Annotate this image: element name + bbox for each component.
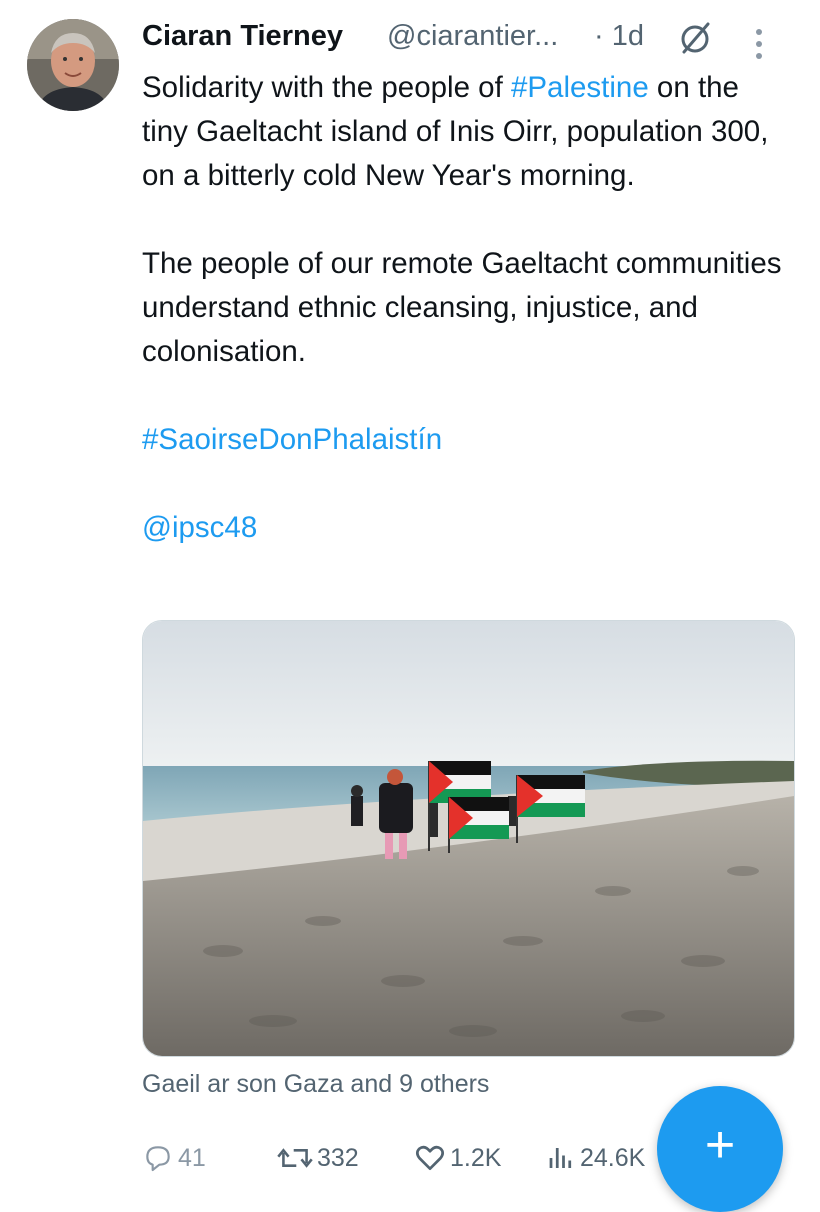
view-count: 24.6K xyxy=(580,1143,646,1172)
compose-plus-icon: + xyxy=(704,1116,736,1174)
beach-flags-photo xyxy=(143,621,794,1056)
tweet-text: Solidarity with the people of #Palestine… xyxy=(142,66,782,550)
author-avatar[interactable] xyxy=(27,19,119,111)
reply-count: 41 xyxy=(178,1143,206,1172)
compose-fab-button[interactable]: + xyxy=(657,1086,783,1212)
tweet-timestamp[interactable]: · 1d xyxy=(594,20,644,53)
tweet-header: Ciaran Tierney @ciarantier... · 1d xyxy=(142,18,802,62)
tweet-actions: 41 332 1.2K 24.6K xyxy=(142,1138,662,1178)
grok-icon[interactable] xyxy=(677,20,713,56)
repost-count: 332 xyxy=(317,1143,359,1172)
text-segment: Solidarity with the people of xyxy=(142,71,511,104)
author-handle[interactable]: @ciarantier... xyxy=(387,20,558,53)
tweet-photo[interactable] xyxy=(142,620,795,1057)
tweet-paragraph-2: The people of our remote Gaeltacht commu… xyxy=(142,247,782,368)
social-context[interactable]: Gaeil ar son Gaza and 9 others xyxy=(142,1070,489,1099)
repost-button[interactable]: 332 xyxy=(277,1138,359,1178)
hashtag-palestine[interactable]: #Palestine xyxy=(511,71,649,104)
like-button[interactable]: 1.2K xyxy=(414,1138,501,1178)
like-icon xyxy=(416,1145,444,1170)
views-icon xyxy=(549,1148,572,1168)
more-vertical-icon[interactable] xyxy=(754,28,764,60)
hashtag-saoirse[interactable]: #SaoirseDonPhalaistín xyxy=(142,418,782,462)
repost-icon xyxy=(277,1148,313,1168)
like-count: 1.2K xyxy=(450,1143,502,1172)
views-button[interactable]: 24.6K xyxy=(546,1138,645,1178)
author-name[interactable]: Ciaran Tierney xyxy=(142,20,343,53)
reply-button[interactable]: 41 xyxy=(142,1138,206,1178)
tweet-paragraph-1: Solidarity with the people of #Palestine… xyxy=(142,66,782,198)
avatar-image xyxy=(27,19,119,111)
reply-icon xyxy=(146,1146,170,1172)
mention-ipsc48[interactable]: @ipsc48 xyxy=(142,506,782,550)
